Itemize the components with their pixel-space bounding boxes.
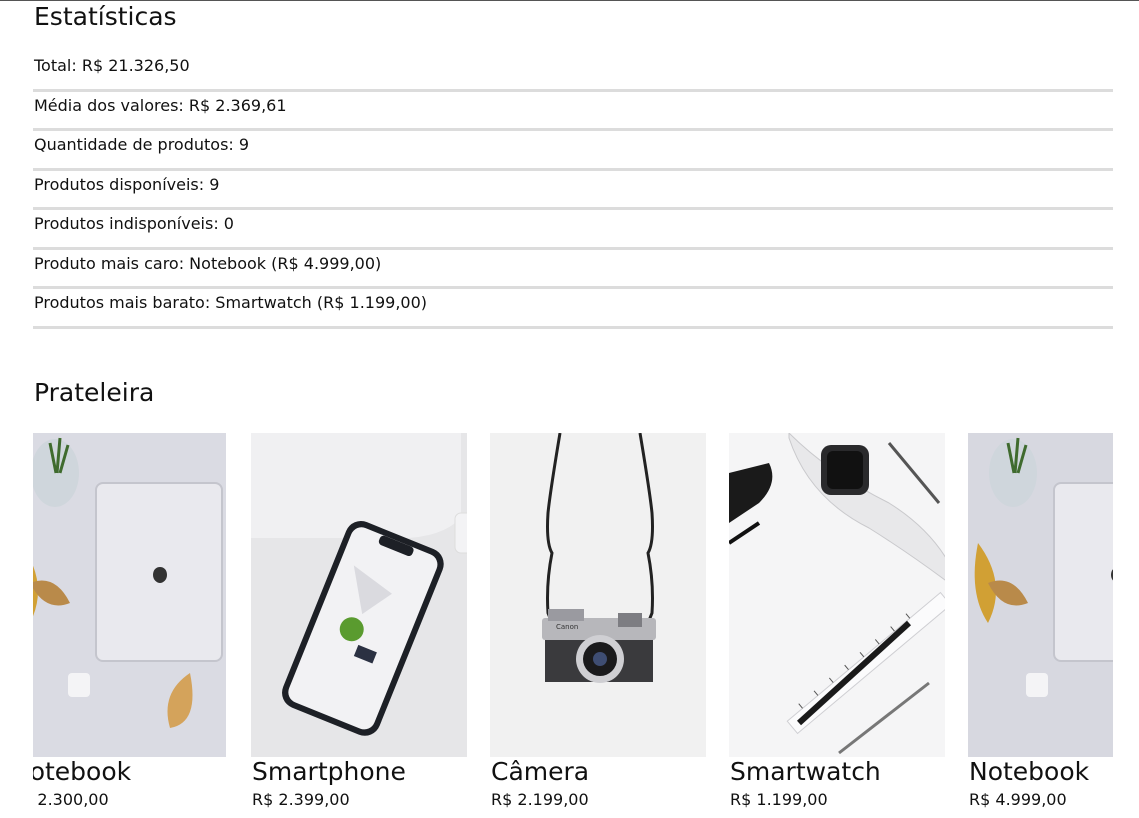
product-card[interactable]: Canon Câmera R$ 2.199,00	[490, 433, 706, 818]
stat-quantity: Quantidade de produtos: 9	[33, 131, 1113, 171]
product-name: Smartwatch	[730, 757, 881, 786]
stat-total-text: Total: R$ 21.326,50	[34, 56, 190, 75]
statistics-list: Total: R$ 21.326,50 Média dos valores: R…	[33, 52, 1113, 329]
svg-text:Canon: Canon	[556, 623, 578, 631]
stat-available: Produtos disponíveis: 9	[33, 171, 1113, 210]
statistics-title: Estatísticas	[34, 2, 177, 31]
stat-total: Total: R$ 21.326,50	[33, 52, 1113, 92]
smartphone-photo	[251, 433, 467, 757]
product-price: R$ 1.199,00	[730, 790, 828, 809]
product-card[interactable]: Smartwatch R$ 1.199,00	[729, 433, 945, 818]
product-price: R$ 2.199,00	[491, 790, 589, 809]
product-card[interactable]: Smartphone R$ 2.399,00	[251, 433, 467, 818]
stat-unavailable: Produtos indisponíveis: 0	[33, 210, 1113, 250]
notebook-photo	[33, 433, 226, 757]
shelf-title: Prateleira	[34, 378, 155, 407]
stat-available-text: Produtos disponíveis: 9	[34, 174, 220, 194]
stat-cheapest-text: Produtos mais barato: Smartwatch (R$ 1.1…	[34, 293, 428, 312]
top-divider	[0, 0, 1139, 1]
shelf-track: Notebook R$ 2.300,00 Smartphone R$ 2.399…	[33, 433, 1113, 818]
stat-most-expensive-text: Produto mais caro: Notebook (R$ 4.999,00…	[34, 253, 382, 273]
product-price: R$ 4.999,00	[969, 790, 1067, 809]
product-name: Smartphone	[252, 757, 406, 786]
stat-cheapest: Produtos mais barato: Smartwatch (R$ 1.1…	[33, 289, 1113, 329]
stat-average: Média dos valores: R$ 2.369,61	[33, 92, 1113, 131]
product-name: Câmera	[491, 757, 590, 786]
stat-unavailable-text: Produtos indisponíveis: 0	[34, 214, 234, 233]
camera-photo: Canon	[490, 433, 706, 757]
shelf-carousel[interactable]: Notebook R$ 2.300,00 Smartphone R$ 2.399…	[33, 433, 1113, 818]
product-price: R$ 2.300,00	[33, 790, 109, 809]
product-card[interactable]: Notebook R$ 4.999,00	[968, 433, 1113, 818]
stat-average-text: Média dos valores: R$ 2.369,61	[34, 95, 287, 115]
stat-most-expensive: Produto mais caro: Notebook (R$ 4.999,00…	[33, 250, 1113, 289]
product-name: Notebook	[33, 757, 132, 786]
smartwatch-photo	[729, 433, 945, 757]
product-name: Notebook	[969, 757, 1090, 786]
product-card[interactable]: Notebook R$ 2.300,00	[33, 433, 226, 818]
notebook-photo	[968, 433, 1113, 757]
product-price: R$ 2.399,00	[252, 790, 350, 809]
stat-quantity-text: Quantidade de produtos: 9	[34, 135, 250, 154]
